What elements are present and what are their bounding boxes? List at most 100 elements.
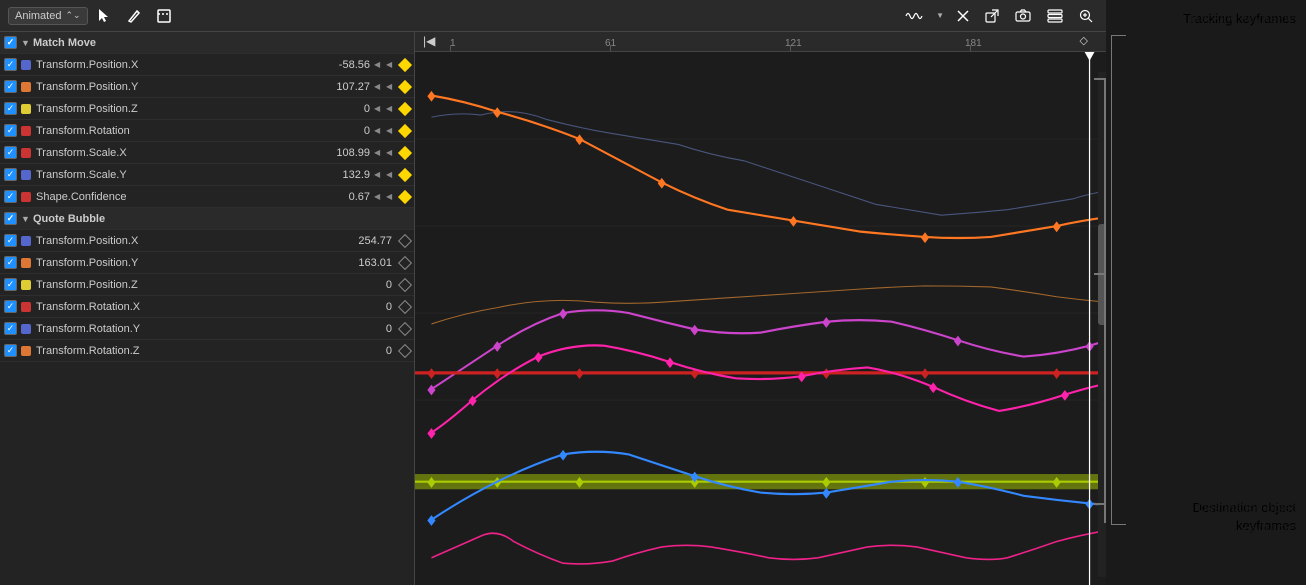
animated-select[interactable]: Animated ⌃⌄ (8, 7, 88, 25)
box-icon (157, 9, 171, 23)
scale-x-1-color (21, 148, 31, 158)
scale-x-1-checkbox[interactable] (4, 146, 17, 159)
pos-x-2-keyframe[interactable] (398, 233, 412, 247)
quote-bubble-label: Quote Bubble (33, 213, 410, 225)
rot-1-keyframe[interactable] (398, 123, 412, 137)
cursor-tool-button[interactable] (94, 6, 116, 26)
pos-x-1-value: -58.56 (320, 59, 370, 71)
rot-z-2-name: Transform.Rotation.Z (36, 345, 342, 357)
rot-y-2-checkbox[interactable] (4, 322, 17, 335)
quote-bubble-checkbox[interactable] (4, 212, 17, 225)
close-tool-button[interactable] (952, 7, 974, 25)
param-row-pos-x-2[interactable]: Transform.Position.X 254.77 (0, 230, 414, 252)
pos-z-1-keyframe[interactable] (398, 101, 412, 115)
zoom-button[interactable] (1074, 6, 1098, 26)
pos-z-1-checkbox[interactable] (4, 102, 17, 115)
pos-z-2-checkbox[interactable] (4, 278, 17, 291)
param-row-pos-x-1[interactable]: Transform.Position.X -58.56 ◀ ◀ (0, 54, 414, 76)
rot-x-2-color (21, 302, 31, 312)
annotations-area: Tracking keyframes Destination object ke… (1106, 0, 1306, 585)
scale-x-1-keyframe[interactable] (398, 145, 412, 159)
multi-button[interactable] (1042, 6, 1068, 26)
next-key-icon[interactable]: ◀ (386, 104, 396, 114)
rot-x-2-checkbox[interactable] (4, 300, 17, 313)
scale-y-1-keyframe[interactable] (398, 167, 412, 181)
pos-y-1-nav: ◀ ◀ (374, 82, 396, 92)
next-key-icon[interactable]: ◀ (386, 148, 396, 158)
prev-key-icon[interactable]: ◀ (374, 192, 384, 202)
param-row-confidence[interactable]: Shape.Confidence 0.67 ◀ ◀ (0, 186, 414, 208)
destination-keyframes-text: Destination objectkeyframes (1198, 500, 1301, 535)
scale-x-1-name: Transform.Scale.X (36, 147, 320, 159)
param-row-pos-y-1[interactable]: Transform.Position.Y 107.27 ◀ ◀ (0, 76, 414, 98)
param-row-pos-y-2[interactable]: Transform.Position.Y 163.01 (0, 252, 414, 274)
pos-z-2-keyframe[interactable] (398, 277, 412, 291)
pen-tool-button[interactable] (122, 6, 146, 26)
rot-x-2-keyframe[interactable] (398, 299, 412, 313)
destination-keyframes-annotation: Destination objectkeyframes (1198, 498, 1301, 537)
pos-x-1-checkbox[interactable] (4, 58, 17, 71)
prev-key-icon[interactable]: ◀ (374, 82, 384, 92)
rot-z-2-color (21, 346, 31, 356)
param-row-pos-z-2[interactable]: Transform.Position.Z 0 (0, 274, 414, 296)
ruler-label-121: 121 (785, 38, 802, 49)
pos-x-1-keyframe[interactable] (398, 57, 412, 71)
pos-x-2-name: Transform.Position.X (36, 235, 342, 247)
param-row-rot-y-2[interactable]: Transform.Rotation.Y 0 (0, 318, 414, 340)
rot-z-2-checkbox[interactable] (4, 344, 17, 357)
next-key-icon[interactable]: ◀ (386, 126, 396, 136)
box-select-button[interactable] (152, 6, 176, 26)
graph-area[interactable] (415, 52, 1106, 585)
match-move-checkbox[interactable] (4, 36, 17, 49)
group-match-move[interactable]: ▼ Match Move (0, 32, 414, 54)
toolbar-right: ▼ (900, 6, 1098, 26)
prev-key-icon[interactable]: ◀ (374, 170, 384, 180)
external-button[interactable] (980, 6, 1004, 26)
scale-y-1-value: 132.9 (320, 169, 370, 181)
right-panel: |◀ 1 61 121 181 241 ◇ (415, 32, 1106, 585)
scale-y-1-nav: ◀ ◀ (374, 170, 396, 180)
param-row-scale-y-1[interactable]: Transform.Scale.Y 132.9 ◀ ◀ (0, 164, 414, 186)
prev-key-icon[interactable]: ◀ (374, 60, 384, 70)
rot-1-checkbox[interactable] (4, 124, 17, 137)
prev-key-icon[interactable]: ◀ (374, 126, 384, 136)
param-row-rot-1[interactable]: Transform.Rotation 0 ◀ ◀ (0, 120, 414, 142)
param-row-rot-z-2[interactable]: Transform.Rotation.Z 0 (0, 340, 414, 362)
prev-key-icon[interactable]: ◀ (374, 104, 384, 114)
scale-y-1-checkbox[interactable] (4, 168, 17, 181)
prev-key-icon[interactable]: ◀ (374, 148, 384, 158)
pos-y-1-keyframe[interactable] (398, 79, 412, 93)
pos-x-1-name: Transform.Position.X (36, 59, 320, 71)
rot-y-2-keyframe[interactable] (398, 321, 412, 335)
waveform-icon (905, 9, 923, 23)
waveform-dropdown-button[interactable]: ▼ (934, 9, 946, 22)
bracket-bottom-tick (1094, 503, 1106, 505)
external-icon (985, 9, 999, 23)
bracket-top-tick (1094, 78, 1106, 80)
rot-x-2-name: Transform.Rotation.X (36, 301, 342, 313)
param-row-scale-x-1[interactable]: Transform.Scale.X 108.99 ◀ ◀ (0, 142, 414, 164)
pos-x-2-checkbox[interactable] (4, 234, 17, 247)
pos-y-1-checkbox[interactable] (4, 80, 17, 93)
rot-z-2-keyframe[interactable] (398, 343, 412, 357)
waveform-button[interactable] (900, 6, 928, 26)
next-key-icon[interactable]: ◀ (386, 192, 396, 202)
scale-y-1-name: Transform.Scale.Y (36, 169, 320, 181)
annotation-bottom-tick (1111, 524, 1126, 525)
left-panel: ▼ Match Move Transform.Position.X -58.56… (0, 32, 415, 585)
param-row-rot-x-2[interactable]: Transform.Rotation.X 0 (0, 296, 414, 318)
next-key-icon[interactable]: ◀ (386, 82, 396, 92)
ruler-tick-61 (610, 45, 611, 51)
confidence-checkbox[interactable] (4, 190, 17, 203)
confidence-keyframe[interactable] (398, 189, 412, 203)
content-area: ▼ Match Move Transform.Position.X -58.56… (0, 32, 1106, 585)
end-marker[interactable]: ◇ (1080, 34, 1088, 47)
pos-y-2-keyframe[interactable] (398, 255, 412, 269)
confidence-value: 0.67 (320, 191, 370, 203)
param-row-pos-z-1[interactable]: Transform.Position.Z 0 ◀ ◀ (0, 98, 414, 120)
next-key-icon[interactable]: ◀ (386, 60, 396, 70)
group-quote-bubble[interactable]: ▼ Quote Bubble (0, 208, 414, 230)
pos-y-2-checkbox[interactable] (4, 256, 17, 269)
snapshot-button[interactable] (1010, 6, 1036, 25)
next-key-icon[interactable]: ◀ (386, 170, 396, 180)
